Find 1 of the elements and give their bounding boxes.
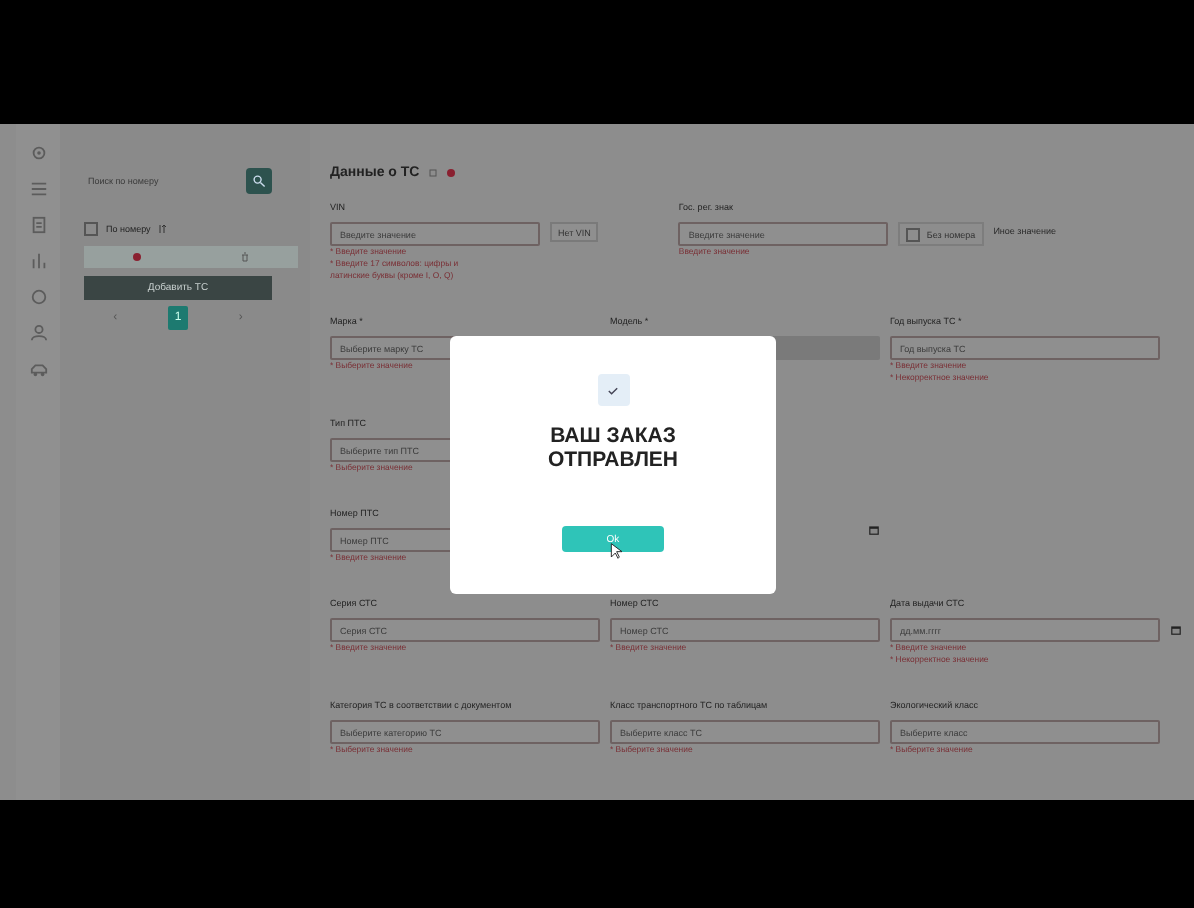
dialog-message: ВАШ ЗАКАЗ ОТПРАВЛЕН [545, 424, 681, 472]
